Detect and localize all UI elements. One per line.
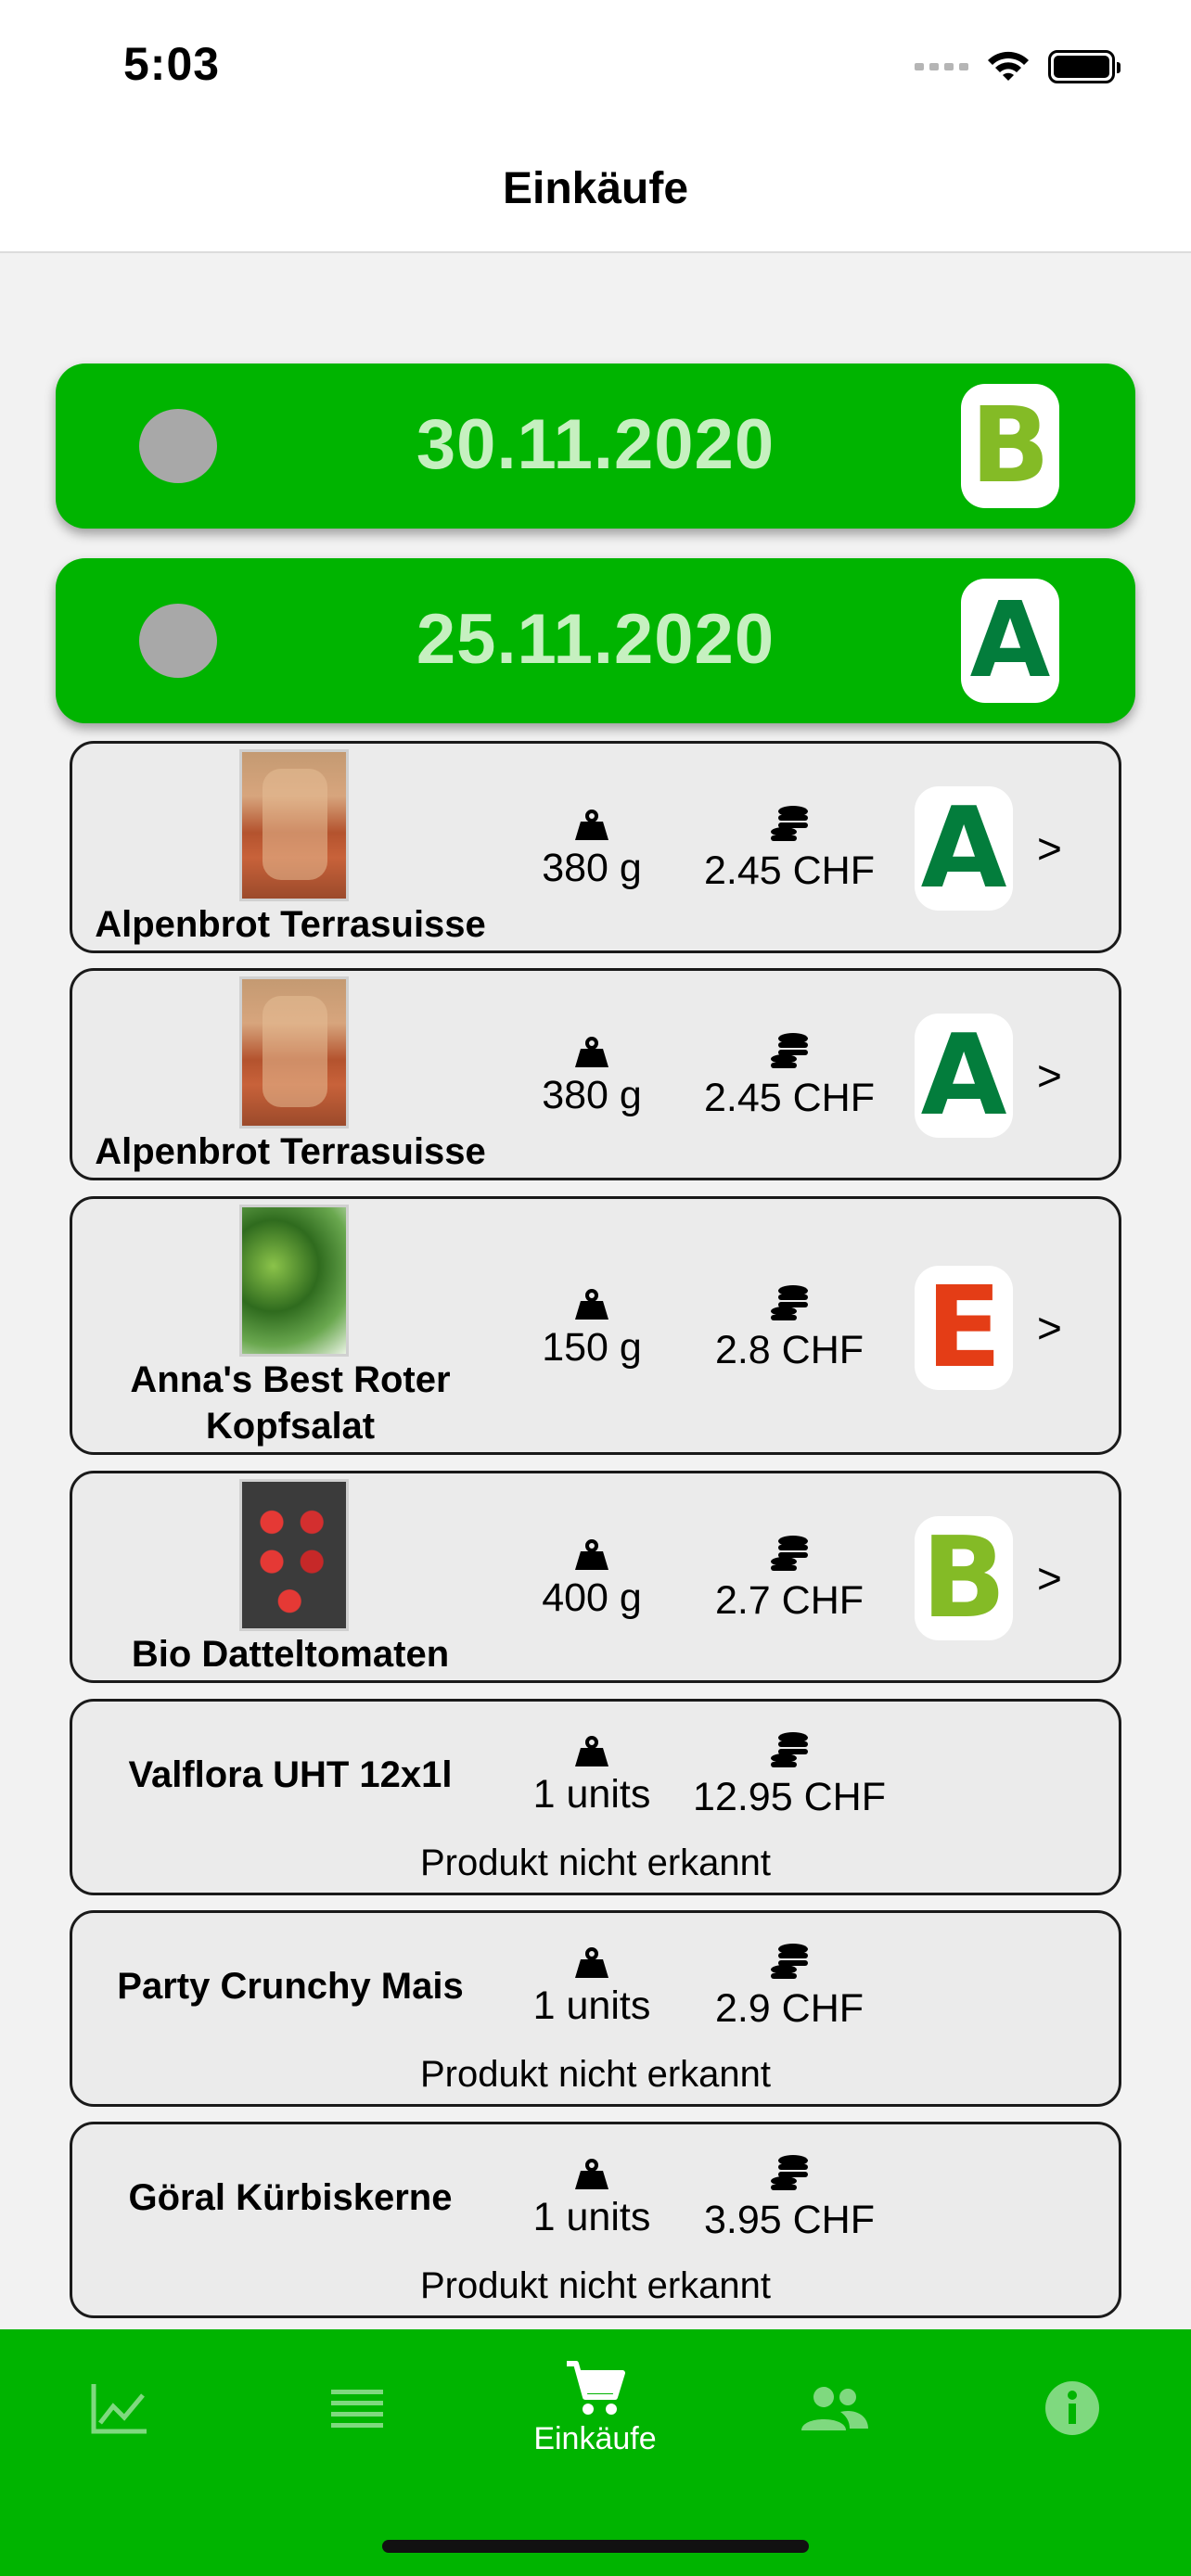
product-price: 3.95 CHF xyxy=(703,2198,875,2242)
product-weight: 1 units xyxy=(532,1983,651,2028)
product-weight: 400 g xyxy=(542,1575,642,1620)
product-image xyxy=(239,749,349,901)
product-name: Alpenbrot Terrasuisse xyxy=(95,904,486,945)
chevron-right-icon[interactable]: > xyxy=(1037,1051,1062,1101)
not-recognized-label: Produkt nicht erkannt xyxy=(420,2265,771,2306)
tab-list[interactable] xyxy=(237,2329,476,2487)
weight-metric: 380 g xyxy=(518,1036,666,1118)
weight-icon xyxy=(575,2159,608,2189)
price-metric: 3.95 CHF xyxy=(673,2153,905,2243)
chevron-right-icon[interactable]: > xyxy=(1037,1553,1062,1603)
weight-metric: 1 units xyxy=(518,1946,666,2029)
product-weight: 1 units xyxy=(532,1772,651,1817)
purchase-header-1[interactable]: 30.11.2020 B xyxy=(56,363,1135,529)
tab-statistics[interactable] xyxy=(0,2329,238,2487)
page-title: Einkäufe xyxy=(502,164,689,213)
info-icon xyxy=(1044,2381,1099,2435)
tab-purchases-label: Einkäufe xyxy=(533,2420,657,2456)
coins-icon xyxy=(771,1285,808,1320)
product-price: 2.7 CHF xyxy=(714,1578,864,1623)
not-recognized-label: Produkt nicht erkannt xyxy=(420,1843,771,1883)
not-recognized-label: Produkt nicht erkannt xyxy=(420,2054,771,2095)
weight-icon xyxy=(575,1736,608,1766)
coins-icon xyxy=(771,806,808,841)
product-price: 2.45 CHF xyxy=(703,1076,875,1120)
product-image xyxy=(239,1479,349,1631)
product-card-unrecognized[interactable]: Party Crunchy Mais 1 units 2.9 CHF Produ… xyxy=(70,1910,1121,2107)
product-image xyxy=(239,976,349,1129)
weight-icon xyxy=(575,1289,608,1320)
product-card[interactable]: Alpenbrot Terrasuisse 380 g 2.45 CHF A > xyxy=(70,968,1121,1180)
weight-metric: 1 units xyxy=(518,2158,666,2240)
weight-icon xyxy=(575,1947,608,1978)
home-indicator[interactable] xyxy=(382,2540,809,2553)
product-name: Anna's Best Roter Kopfsalat xyxy=(72,1357,508,1449)
weight-icon xyxy=(575,1539,608,1570)
product-name-line-2: Kopfsalat xyxy=(205,1406,376,1447)
top-bar: 5:03 Einkäufe xyxy=(0,0,1191,253)
chevron-right-icon[interactable]: > xyxy=(1037,823,1062,874)
weight-metric: 400 g xyxy=(518,1538,666,1621)
coins-icon xyxy=(771,1944,808,1979)
weight-icon xyxy=(575,1037,608,1067)
product-card-unrecognized[interactable]: Göral Kürbiskerne 1 units 3.95 CHF Produ… xyxy=(70,2122,1121,2318)
product-name: Valflora UHT 12x1l xyxy=(128,1754,453,1795)
coins-icon xyxy=(771,1732,808,1767)
product-name: Party Crunchy Mais xyxy=(117,1966,464,2007)
signal-icon xyxy=(915,63,968,70)
cart-icon xyxy=(566,2360,625,2415)
price-metric: 2.9 CHF xyxy=(673,1942,905,2032)
coins-icon xyxy=(771,1536,808,1571)
product-weight: 380 g xyxy=(542,1073,642,1117)
tab-info[interactable] xyxy=(953,2329,1191,2487)
product-price: 12.95 CHF xyxy=(693,1775,886,1819)
product-weight: 380 g xyxy=(542,846,642,890)
weight-icon xyxy=(575,810,608,840)
nutri-score-badge: A xyxy=(915,1012,1013,1141)
chart-icon xyxy=(91,2384,147,2434)
product-card[interactable]: Bio Datteltomaten 400 g 2.7 CHF B > xyxy=(70,1471,1121,1683)
weight-metric: 1 units xyxy=(518,1735,666,1817)
product-name-line-1: Anna's Best Roter xyxy=(130,1359,451,1400)
wifi-icon xyxy=(988,51,1029,81)
product-name: Bio Datteltomaten xyxy=(131,1634,450,1675)
product-price: 2.45 CHF xyxy=(703,848,875,893)
nutri-score-badge: B xyxy=(961,384,1059,508)
product-image xyxy=(239,1205,349,1357)
nutri-score-badge: A xyxy=(915,784,1013,913)
status-time: 5:03 xyxy=(123,38,221,90)
weight-metric: 380 g xyxy=(518,809,666,891)
product-card[interactable]: Alpenbrot Terrasuisse 380 g 2.45 CHF A > xyxy=(70,741,1121,953)
people-icon xyxy=(800,2387,868,2430)
tab-purchases[interactable]: Einkäufe xyxy=(476,2329,714,2487)
product-weight: 150 g xyxy=(542,1325,642,1370)
nutri-score-badge: E xyxy=(915,1264,1013,1393)
price-metric: 2.7 CHF xyxy=(673,1534,905,1624)
product-price: 2.8 CHF xyxy=(714,1328,864,1372)
product-price: 2.9 CHF xyxy=(714,1986,864,2031)
status-icons xyxy=(915,45,1121,89)
price-metric: 2.45 CHF xyxy=(673,804,905,894)
weight-metric: 150 g xyxy=(518,1288,666,1371)
nutri-score-badge: A xyxy=(961,579,1059,703)
tab-community[interactable] xyxy=(714,2329,953,2487)
product-name: Göral Kürbiskerne xyxy=(128,2177,453,2218)
product-weight: 1 units xyxy=(532,2195,651,2239)
price-metric: 12.95 CHF xyxy=(673,1730,905,1820)
purchase-header-2[interactable]: 25.11.2020 A xyxy=(56,558,1135,723)
list-icon xyxy=(330,2390,383,2428)
product-card-unrecognized[interactable]: Valflora UHT 12x1l 1 units 12.95 CHF Pro… xyxy=(70,1699,1121,1895)
coins-icon xyxy=(771,2155,808,2190)
product-card[interactable]: Anna's Best Roter Kopfsalat 150 g 2.8 CH… xyxy=(70,1196,1121,1455)
coins-icon xyxy=(771,1033,808,1068)
product-name: Alpenbrot Terrasuisse xyxy=(95,1131,486,1172)
chevron-right-icon[interactable]: > xyxy=(1037,1303,1062,1353)
battery-icon xyxy=(1048,50,1121,83)
price-metric: 2.8 CHF xyxy=(673,1283,905,1373)
price-metric: 2.45 CHF xyxy=(673,1031,905,1121)
nutri-score-badge: B xyxy=(915,1514,1013,1643)
